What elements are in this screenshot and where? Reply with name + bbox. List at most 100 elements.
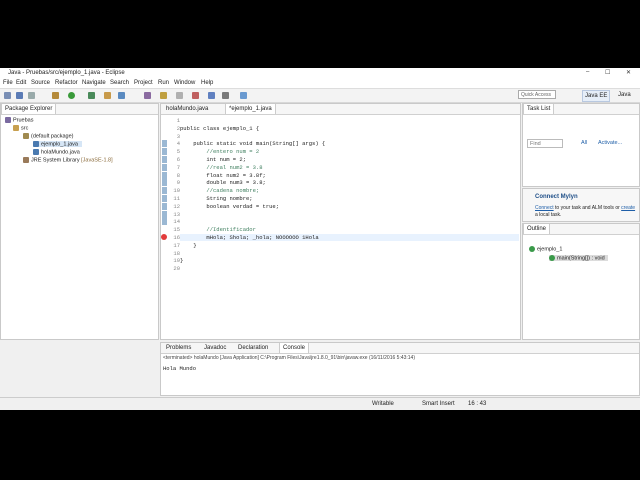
code-line[interactable]: }: [180, 242, 196, 249]
navigate-icon[interactable]: [240, 92, 247, 99]
menu-edit[interactable]: Edit: [16, 80, 26, 86]
change-marker: [162, 163, 167, 171]
menu-search[interactable]: Search: [110, 80, 129, 86]
change-marker: [162, 187, 167, 195]
annotation-icon[interactable]: [176, 92, 183, 99]
menu-navigate[interactable]: Navigate: [82, 80, 106, 86]
perspective-java-ee[interactable]: Java EE: [582, 90, 611, 102]
package-icon: [23, 133, 29, 139]
error-icon[interactable]: [161, 234, 167, 240]
menu-source[interactable]: Source: [31, 80, 50, 86]
line-number: 15: [173, 226, 180, 234]
code-line[interactable]: //cadena nombre;: [180, 187, 259, 194]
new-icon[interactable]: [4, 92, 11, 99]
minimize-button[interactable]: –: [586, 69, 589, 75]
save-all-icon[interactable]: [28, 92, 35, 99]
new-package-icon[interactable]: [118, 92, 125, 99]
change-marker: [162, 202, 167, 210]
line-number: 17: [173, 241, 180, 249]
quick-access-input[interactable]: Quick Access: [518, 90, 556, 99]
package-explorer-panel: Package Explorer Pruebas src (default pa…: [0, 103, 159, 340]
task-find-input[interactable]: Find: [527, 139, 563, 148]
code-line[interactable]: public class ejemplo_1 {: [180, 125, 259, 132]
next-annotation-icon[interactable]: [192, 92, 199, 99]
menu-refactor[interactable]: Refactor: [55, 80, 78, 86]
change-marker: [162, 195, 167, 202]
mylyn-create-link[interactable]: create: [621, 205, 635, 211]
tree-src[interactable]: src: [13, 125, 28, 131]
tree-file-ejemplo[interactable]: ejemplo_1.java: [33, 141, 82, 148]
forward-icon[interactable]: [222, 92, 229, 99]
code-line[interactable]: float num2 = 3.8f;: [180, 172, 265, 179]
code-line[interactable]: int num = 2;: [180, 156, 246, 163]
java-file-icon: [33, 149, 39, 155]
tree-project[interactable]: Pruebas: [5, 117, 34, 123]
code-line[interactable]: public static void main(String[] args) {: [180, 140, 325, 147]
change-marker: [162, 156, 167, 163]
code-line[interactable]: //real num2 = 3.8: [180, 164, 262, 171]
tab-holamundo[interactable]: holaMundo.java: [163, 104, 211, 114]
menu-file[interactable]: File: [3, 80, 13, 86]
mylyn-connect-link[interactable]: Connect: [535, 205, 554, 211]
change-marker: [162, 148, 167, 156]
line-number: 2: [176, 124, 180, 132]
new-java-project-icon[interactable]: [104, 92, 111, 99]
tree-jre[interactable]: JRE System Library [JavaSE-1.8]: [23, 157, 113, 163]
line-number: 19: [173, 257, 180, 265]
menu-bar: File Edit Source Refactor Navigate Searc…: [0, 78, 640, 89]
run-icon[interactable]: [68, 92, 75, 99]
console-output[interactable]: Hola Mundo: [163, 365, 196, 372]
code-line[interactable]: boolean verdad = true;: [180, 203, 279, 210]
code-line[interactable]: String nombre;: [180, 195, 252, 202]
close-button[interactable]: ✕: [626, 69, 631, 76]
library-icon: [23, 157, 29, 163]
open-type-icon[interactable]: [144, 92, 151, 99]
tab-task-list[interactable]: Task List: [523, 104, 555, 114]
class-icon: [529, 246, 535, 252]
menu-project[interactable]: Project: [134, 80, 153, 86]
tab-declaration[interactable]: Declaration: [235, 343, 271, 353]
line-number: 1: [176, 117, 180, 124]
outline-method[interactable]: main(String[]) : void: [549, 255, 608, 262]
change-marker: [162, 171, 167, 179]
code-line[interactable]: //entero num = 2: [180, 148, 259, 155]
method-icon: [549, 255, 555, 261]
tab-javadoc[interactable]: Javadoc: [201, 343, 229, 353]
code-line[interactable]: }: [180, 257, 183, 264]
tab-package-explorer[interactable]: Package Explorer: [1, 104, 57, 114]
search-icon[interactable]: [160, 92, 167, 99]
change-marker: [162, 140, 167, 148]
task-filter-all[interactable]: All: [581, 140, 587, 146]
back-icon[interactable]: [208, 92, 215, 99]
menu-window[interactable]: Window: [174, 80, 195, 86]
save-icon[interactable]: [16, 92, 23, 99]
line-number: 3: [176, 132, 180, 140]
tree-default-package[interactable]: (default package): [23, 133, 74, 139]
tab-console[interactable]: Console: [279, 343, 310, 353]
status-cursor-position: 16 : 43: [468, 401, 487, 407]
mylyn-text: Connect to your task and ALM tools or cr…: [535, 205, 636, 218]
code-line[interactable]: mHola; Shola; _hola; NOOOOOO 1Hola: [180, 234, 519, 241]
tab-ejemplo[interactable]: *ejemplo_1.java: [225, 104, 276, 114]
console-panel: Problems Javadoc Declaration Console <te…: [160, 342, 640, 396]
java-file-icon: [33, 141, 39, 147]
tab-outline[interactable]: Outline: [523, 224, 551, 234]
video-frame: Java - Pruebas/src/ejemplo_1.java - Ecli…: [0, 0, 640, 480]
eclipse-window: Java - Pruebas/src/ejemplo_1.java - Ecli…: [0, 68, 640, 410]
outline-class[interactable]: ejemplo_1: [529, 246, 562, 252]
tab-problems[interactable]: Problems: [163, 343, 194, 353]
code-line[interactable]: double num3 = 3.8;: [180, 179, 265, 186]
code-line[interactable]: //Identificador: [180, 226, 256, 233]
change-marker: [162, 179, 167, 187]
line-number: 18: [173, 249, 180, 257]
menu-run[interactable]: Run: [158, 80, 169, 86]
debug-icon[interactable]: [52, 92, 59, 99]
status-insert-mode: Smart Insert: [422, 401, 455, 407]
maximize-button[interactable]: ☐: [605, 69, 610, 76]
perspective-java[interactable]: Java: [616, 90, 633, 100]
task-activate[interactable]: Activate...: [598, 140, 622, 146]
coverage-icon[interactable]: [88, 92, 95, 99]
line-number: 20: [173, 265, 180, 273]
menu-help[interactable]: Help: [201, 80, 213, 86]
tree-file-holamundo[interactable]: holaMundo.java: [33, 149, 80, 155]
